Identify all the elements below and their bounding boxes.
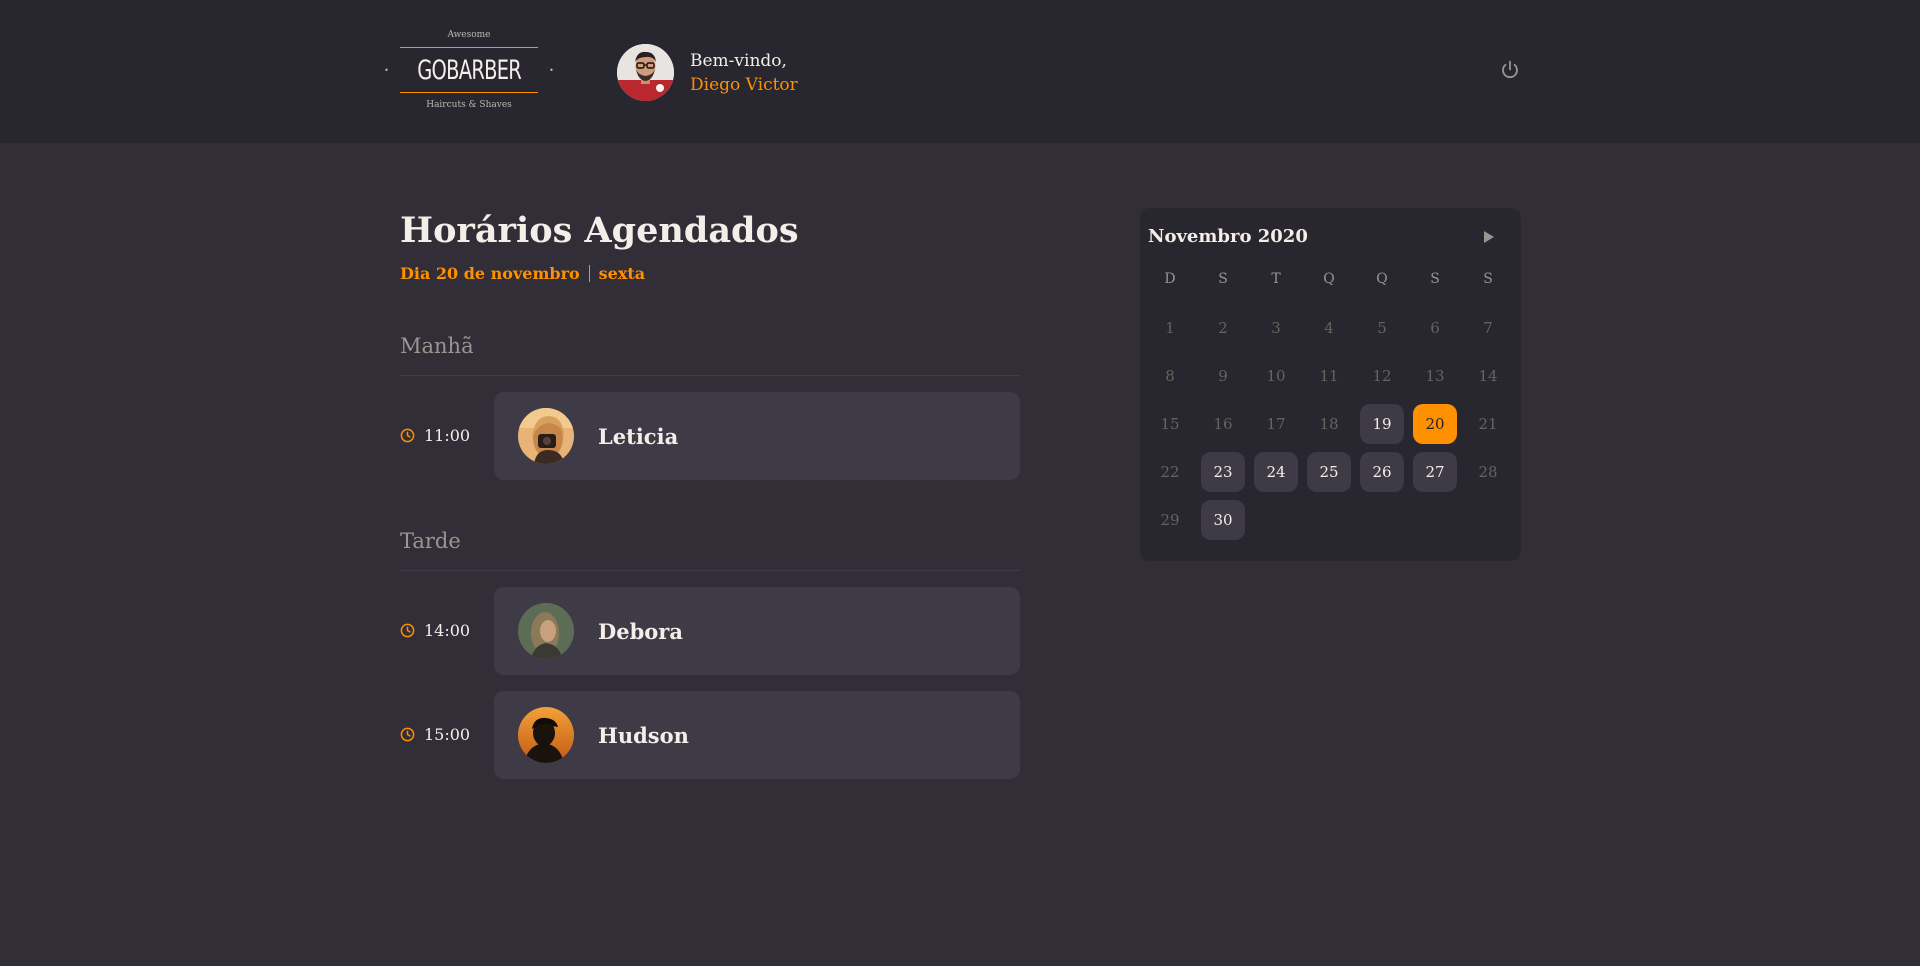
calendar: Novembro 2020 D S T Q Q S S 1 2 3 4 5 6 7 8 9 10 11 12 13 14… (1140, 208, 1521, 561)
calendar-day-17: 17 (1266, 415, 1286, 433)
weekday-header: T (1271, 271, 1281, 287)
calendar-day-24[interactable]: 24 (1254, 452, 1298, 492)
section-divider-afternoon (400, 570, 1020, 571)
calendar-day-26[interactable]: 26 (1360, 452, 1404, 492)
calendar-day-19[interactable]: 19 (1360, 404, 1404, 444)
calendar-day-12: 12 (1372, 367, 1392, 385)
page-title: Horários Agendados (400, 210, 799, 251)
appointment-time-label: 11:00 (424, 426, 471, 445)
calendar-day-23[interactable]: 23 (1201, 452, 1245, 492)
logo-tagline: Haircuts & Shaves (426, 100, 512, 110)
next-month-button[interactable] (1480, 227, 1498, 247)
logo-dot-left: • (384, 65, 389, 75)
appointment-card[interactable]: Hudson (494, 691, 1020, 779)
calendar-day-10: 10 (1266, 367, 1286, 385)
weekday-header: S (1430, 271, 1440, 287)
appointment-time: 15:00 (400, 725, 470, 744)
calendar-day-3: 3 (1271, 319, 1281, 337)
power-icon (1502, 60, 1518, 79)
clock-icon (400, 428, 415, 443)
client-name: Hudson (598, 722, 689, 748)
weekday-header: S (1218, 271, 1228, 287)
logo-top-text: Awesome (447, 30, 491, 40)
calendar-day-16: 16 (1213, 415, 1233, 433)
calendar-day-1: 1 (1165, 319, 1175, 337)
calendar-day-20[interactable]: 20 (1413, 404, 1457, 444)
user-avatar[interactable] (617, 44, 674, 101)
client-avatar (518, 408, 574, 464)
appointment-time-label: 15:00 (424, 725, 471, 744)
calendar-day-6: 6 (1430, 319, 1440, 337)
gobarber-logo: Awesome • GOBARBER • Haircuts & Shaves (384, 30, 554, 116)
welcome-block: Bem-vindo, Diego Victor (690, 49, 798, 97)
calendar-day-25[interactable]: 25 (1307, 452, 1351, 492)
weekday-label: sexta (598, 264, 646, 283)
selected-date-line: Dia 20 de novembro sexta (400, 264, 645, 283)
logo-dot-right: • (549, 65, 554, 75)
clock-icon (400, 623, 415, 638)
calendar-day-8: 8 (1165, 367, 1175, 385)
calendar-day-11: 11 (1319, 367, 1339, 385)
calendar-day-14: 14 (1478, 367, 1498, 385)
calendar-day-4: 4 (1324, 319, 1334, 337)
date-label: Dia 20 de novembro (400, 264, 580, 283)
weekday-header: Q (1376, 271, 1388, 287)
calendar-day-22: 22 (1160, 463, 1180, 481)
calendar-day-13: 13 (1425, 367, 1445, 385)
client-avatar (518, 707, 574, 763)
logo-wordmark: GOBARBER (417, 54, 522, 86)
appointment-card[interactable]: Debora (494, 587, 1020, 675)
date-separator (588, 265, 590, 282)
calendar-day-27[interactable]: 27 (1413, 452, 1457, 492)
calendar-day-18: 18 (1319, 415, 1339, 433)
appointment-time: 11:00 (400, 426, 470, 445)
calendar-day-21: 21 (1478, 415, 1498, 433)
calendar-day-5: 5 (1377, 319, 1387, 337)
calendar-day-30[interactable]: 30 (1201, 500, 1245, 540)
logout-button[interactable] (1498, 58, 1522, 82)
app-header: Awesome • GOBARBER • Haircuts & Shaves B… (0, 0, 1920, 143)
appointment-card[interactable]: Leticia (494, 392, 1020, 480)
logo-main: • GOBARBER • (384, 48, 554, 92)
calendar-day-9: 9 (1218, 367, 1228, 385)
client-avatar (518, 603, 574, 659)
logo-rule-bottom (400, 92, 538, 93)
calendar-month-label: Novembro 2020 (1148, 226, 1308, 247)
user-name-link[interactable]: Diego Victor (690, 73, 798, 97)
calendar-day-2: 2 (1218, 319, 1228, 337)
calendar-day-15: 15 (1160, 415, 1180, 433)
section-title-afternoon: Tarde (400, 529, 461, 553)
section-title-morning: Manhã (400, 334, 474, 358)
triangle-right-icon (1484, 231, 1494, 243)
calendar-day-7: 7 (1483, 319, 1493, 337)
calendar-day-28: 28 (1478, 463, 1498, 481)
appointment-time-label: 14:00 (424, 621, 471, 640)
weekday-header: S (1483, 271, 1493, 287)
client-name: Debora (598, 618, 683, 644)
appointment-time: 14:00 (400, 621, 470, 640)
clock-icon (400, 727, 415, 742)
welcome-label: Bem-vindo, (690, 51, 787, 71)
calendar-day-29: 29 (1160, 511, 1180, 529)
weekday-header: D (1164, 271, 1176, 287)
section-divider-morning (400, 375, 1020, 376)
client-name: Leticia (598, 423, 679, 449)
weekday-header: Q (1323, 271, 1335, 287)
